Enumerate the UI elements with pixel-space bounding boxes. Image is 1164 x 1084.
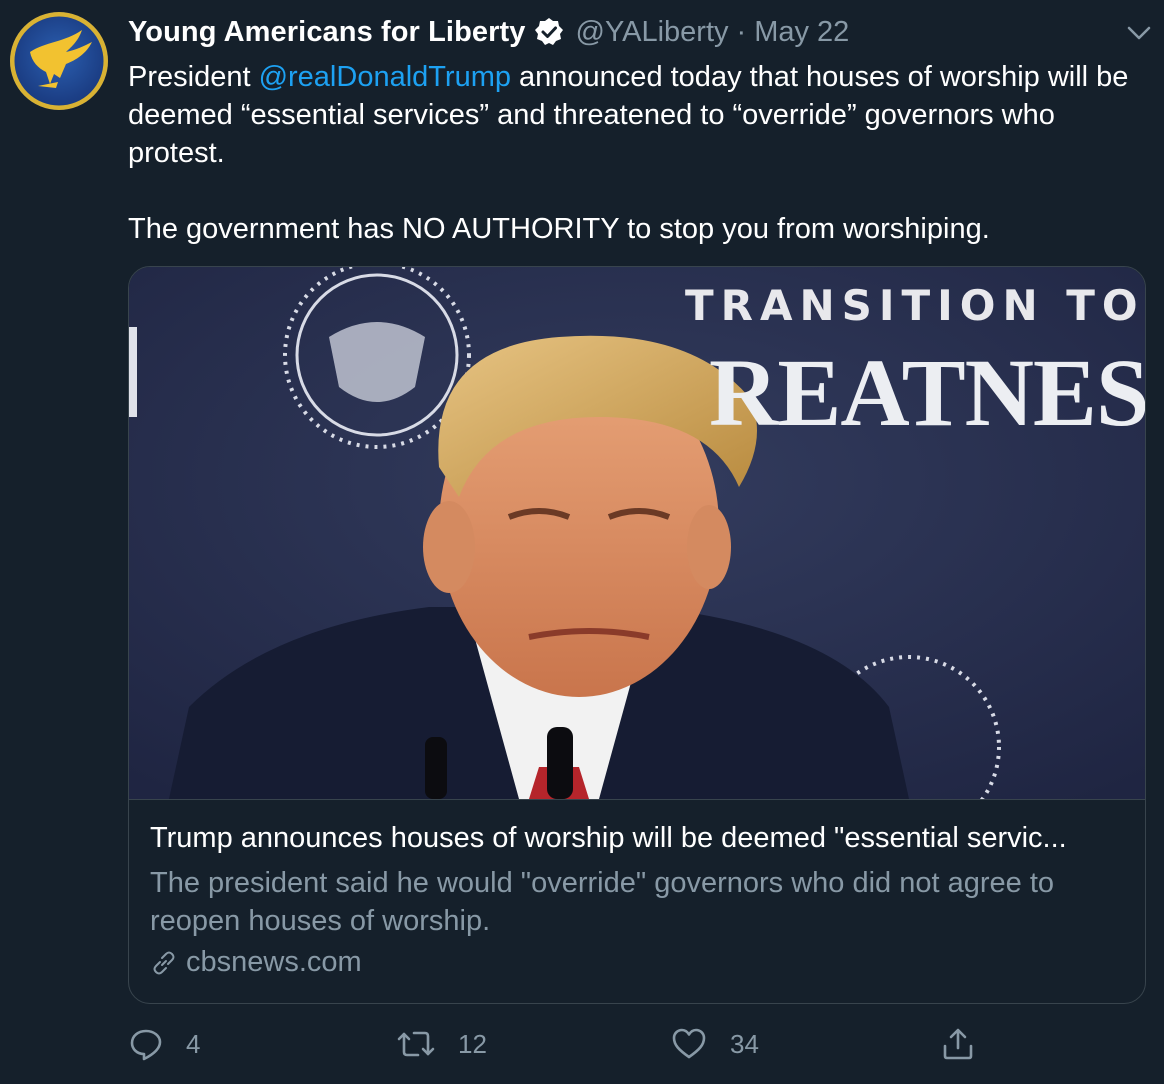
card-description: The president said he would "override" g… <box>150 867 1055 937</box>
link-card[interactable]: TRANSITION TO REATNESS Trump announces h… <box>128 266 1146 1004</box>
backdrop-text-line1: TRANSITION TO <box>685 281 1145 330</box>
avatar[interactable] <box>10 12 108 110</box>
tweet-header: Young Americans for Liberty @YALiberty ·… <box>128 12 1148 52</box>
author-handle[interactable]: @YALiberty <box>576 16 729 49</box>
retweet-icon <box>397 1031 435 1057</box>
tweet-date[interactable]: May 22 <box>754 16 849 49</box>
tweet-actions: 4 12 34 <box>128 1022 1028 1066</box>
backdrop-text-line2: REATNESS <box>709 339 1145 446</box>
chevron-down-icon[interactable] <box>1124 18 1154 48</box>
share-button[interactable] <box>940 1022 998 1066</box>
reply-button[interactable]: 4 <box>128 1022 200 1066</box>
author-name[interactable]: Young Americans for Liberty <box>128 16 526 49</box>
reply-icon <box>130 1029 162 1061</box>
tweet-text-pre: President <box>128 61 259 93</box>
retweet-count: 12 <box>458 1028 487 1059</box>
share-icon <box>943 1028 973 1060</box>
like-count: 34 <box>730 1028 759 1059</box>
tweet-paragraph-2: The government has NO AUTHORITY to stop … <box>128 213 990 245</box>
tweet-paragraph-1: President @realDonaldTrump announced tod… <box>128 58 1158 172</box>
card-body: Trump announces houses of worship will b… <box>129 799 1145 1003</box>
like-icon <box>672 1028 706 1059</box>
like-button[interactable]: 34 <box>670 1022 759 1066</box>
mention-link[interactable]: @realDonaldTrump <box>259 61 511 93</box>
card-image: TRANSITION TO REATNESS <box>129 267 1145 799</box>
card-domain-text: cbsnews.com <box>186 946 362 978</box>
card-domain: cbsnews.com <box>150 946 362 979</box>
tweet-text: President @realDonaldTrump announced tod… <box>128 58 1158 248</box>
reply-count: 4 <box>186 1028 201 1059</box>
verified-badge-icon <box>534 17 564 47</box>
card-title: Trump announces houses of worship will b… <box>150 822 1067 854</box>
link-icon <box>153 951 175 974</box>
retweet-button[interactable]: 12 <box>396 1022 487 1066</box>
separator-dot: · <box>736 15 747 48</box>
tweet: Young Americans for Liberty @YALiberty ·… <box>0 0 1164 1084</box>
